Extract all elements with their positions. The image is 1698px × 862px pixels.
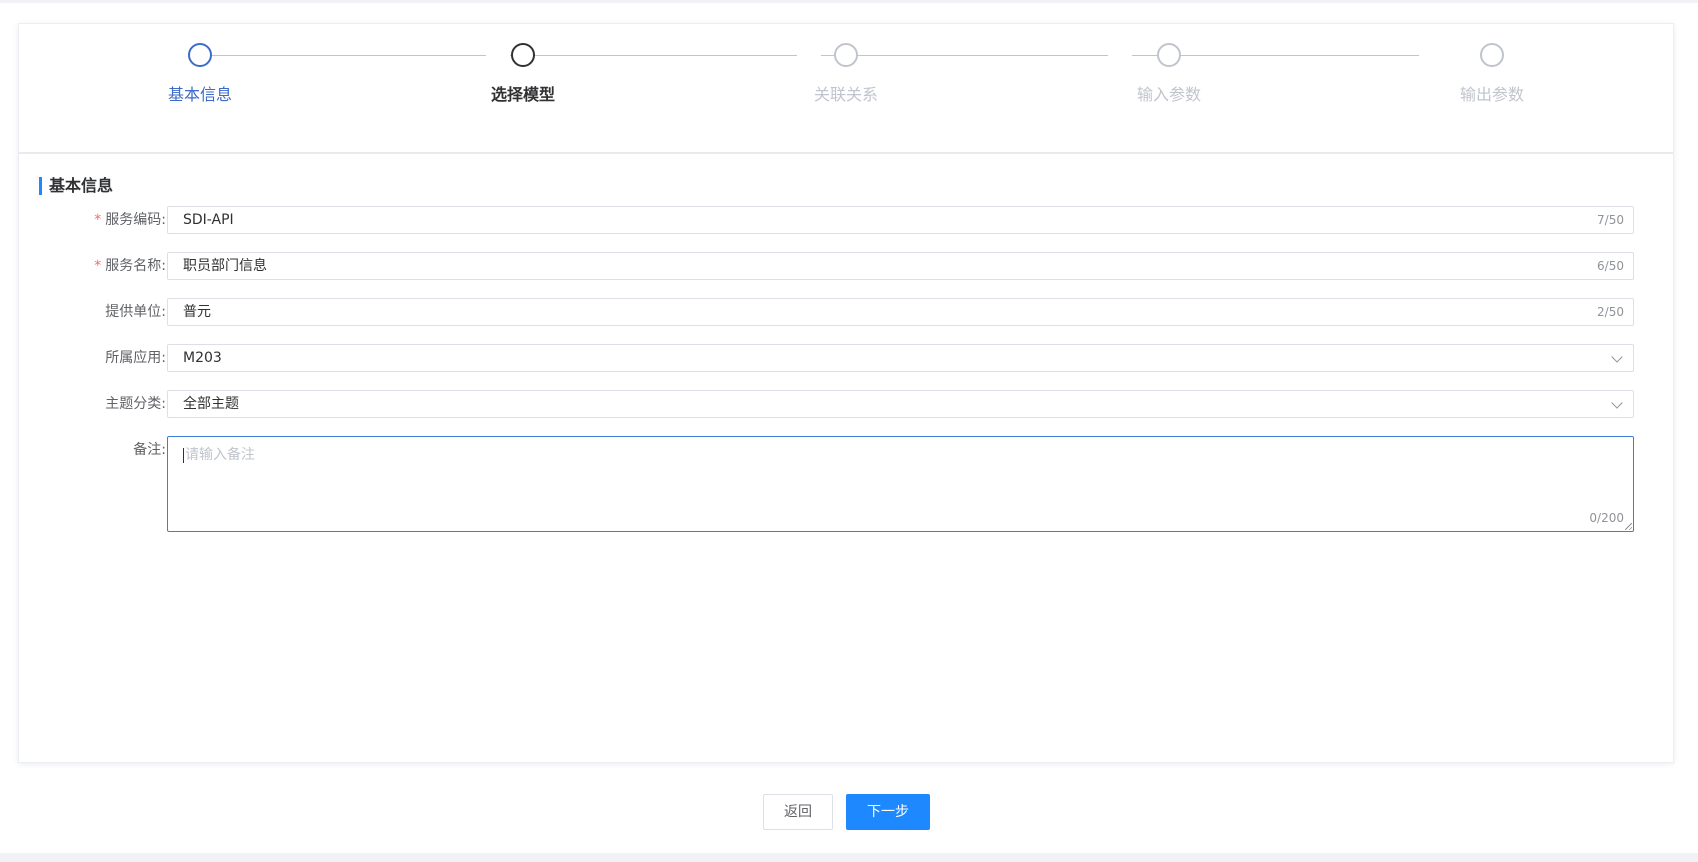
application-label: 所属应用: bbox=[105, 350, 166, 366]
step-label: 关联关系 bbox=[813, 85, 878, 104]
form-card: 基本信息 选择模型 关联关系 输入参数 输出参数 基本信息 * 服务编码: SDI… bbox=[18, 23, 1674, 763]
char-counter: 7/50 bbox=[1597, 213, 1624, 227]
provider-label: 提供单位: bbox=[105, 304, 166, 320]
step-select-model[interactable]: 选择模型 bbox=[443, 43, 603, 105]
remark-textarea[interactable]: 请输入备注 0/200 bbox=[167, 436, 1634, 532]
required-mark: * bbox=[94, 258, 102, 274]
resize-handle-icon[interactable] bbox=[1625, 523, 1632, 530]
service-name-value: 职员部门信息 bbox=[183, 258, 267, 274]
service-name-label: * 服务名称: bbox=[94, 258, 166, 274]
service-name-input[interactable]: 职员部门信息 6/50 bbox=[167, 252, 1634, 280]
provider-value: 普元 bbox=[183, 304, 211, 320]
step-output-params[interactable]: 输出参数 bbox=[1412, 43, 1572, 105]
section-title: 基本信息 bbox=[39, 177, 113, 195]
text-caret bbox=[183, 447, 184, 463]
topic-label: 主题分类: bbox=[105, 396, 166, 412]
step-circle-icon bbox=[188, 43, 212, 67]
back-button[interactable]: 返回 bbox=[763, 794, 833, 830]
step-circle-icon bbox=[1157, 43, 1181, 67]
provider-input[interactable]: 普元 2/50 bbox=[167, 298, 1634, 326]
step-relations[interactable]: 关联关系 bbox=[766, 43, 926, 105]
chevron-down-icon bbox=[1611, 351, 1623, 363]
service-code-input[interactable]: SDI-API 7/50 bbox=[167, 206, 1634, 234]
step-label: 输出参数 bbox=[1459, 85, 1524, 104]
remark-placeholder: 请输入备注 bbox=[185, 447, 255, 463]
step-basic-info[interactable]: 基本信息 bbox=[120, 43, 280, 105]
topic-select[interactable]: 全部主题 bbox=[167, 390, 1634, 418]
remark-label: 备注: bbox=[133, 442, 166, 458]
step-label: 选择模型 bbox=[490, 85, 555, 104]
char-counter: 6/50 bbox=[1597, 259, 1624, 273]
step-label: 基本信息 bbox=[167, 85, 232, 104]
top-divider bbox=[0, 0, 1698, 3]
application-value: M203 bbox=[183, 350, 222, 366]
topic-value: 全部主题 bbox=[183, 396, 239, 412]
step-circle-icon bbox=[834, 43, 858, 67]
step-circle-icon bbox=[1480, 43, 1504, 67]
next-step-button[interactable]: 下一步 bbox=[846, 794, 930, 830]
application-select[interactable]: M203 bbox=[167, 344, 1634, 372]
required-mark: * bbox=[94, 212, 102, 228]
service-code-value: SDI-API bbox=[183, 212, 234, 228]
char-counter: 0/200 bbox=[1589, 511, 1624, 525]
step-input-params[interactable]: 输入参数 bbox=[1089, 43, 1249, 105]
step-circle-icon bbox=[511, 43, 535, 67]
char-counter: 2/50 bbox=[1597, 305, 1624, 319]
steps-bar: 基本信息 选择模型 关联关系 输入参数 输出参数 bbox=[19, 24, 1673, 154]
service-code-label: * 服务编码: bbox=[94, 212, 166, 228]
chevron-down-icon bbox=[1611, 397, 1623, 409]
step-label: 输入参数 bbox=[1136, 85, 1201, 104]
